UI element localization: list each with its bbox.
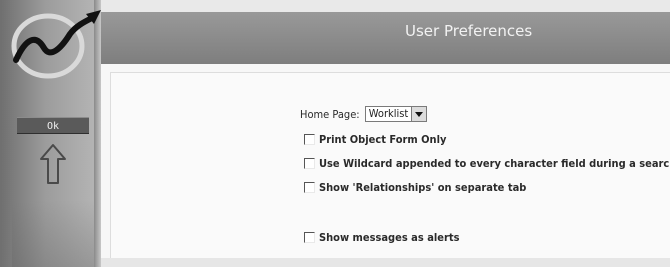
up-arrow-icon[interactable] [38, 142, 68, 186]
print-object-form-label: Print Object Form Only [319, 132, 447, 146]
user-preferences-window: Ok User Preferences Home Page: Worklist … [0, 0, 670, 267]
home-page-row: Home Page: Worklist [300, 106, 428, 122]
chevron-down-icon[interactable] [411, 107, 427, 121]
title-bar-highlight [101, 0, 670, 12]
sidebar-shadow [12, 200, 94, 267]
show-relationships-label: Show 'Relationships' on separate tab [319, 180, 527, 194]
content-footer [101, 258, 670, 267]
show-messages-alerts-label: Show messages as alerts [319, 230, 460, 244]
home-page-select-value: Worklist [368, 107, 409, 120]
home-page-select[interactable]: Worklist [364, 106, 428, 122]
window-title: User Preferences [405, 22, 533, 40]
home-page-label: Home Page: [300, 107, 360, 121]
ok-button[interactable]: Ok [17, 117, 89, 134]
option-row-use-wildcard[interactable]: Use Wildcard appended to every character… [304, 156, 670, 170]
option-row-print-object-form[interactable]: Print Object Form Only [304, 132, 446, 146]
print-object-form-checkbox[interactable] [304, 133, 315, 145]
use-wildcard-label: Use Wildcard appended to every character… [319, 156, 670, 170]
check-swoosh-logo [11, 10, 101, 79]
show-messages-alerts-checkbox[interactable] [304, 231, 315, 243]
option-row-show-messages-alerts[interactable]: Show messages as alerts [304, 230, 459, 244]
show-relationships-checkbox[interactable] [304, 181, 315, 193]
use-wildcard-checkbox[interactable] [304, 157, 315, 169]
option-row-show-relationships[interactable]: Show 'Relationships' on separate tab [304, 180, 526, 194]
